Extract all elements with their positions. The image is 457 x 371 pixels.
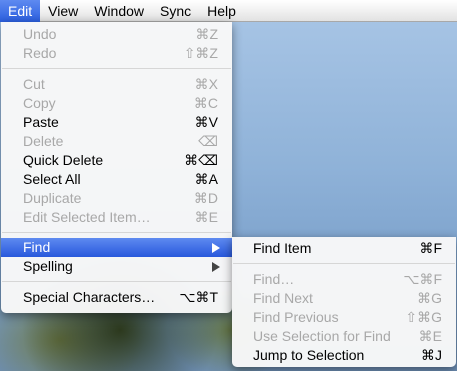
menu-window[interactable]: Window	[86, 0, 152, 22]
submenu-arrow-icon	[212, 262, 220, 272]
menu-item-cut[interactable]: Cut ⌘X	[1, 75, 232, 94]
submenu-arrow-icon	[212, 243, 220, 253]
menu-item-label: Find…	[253, 271, 295, 287]
menu-item-label: Find Item	[253, 240, 312, 256]
edit-menu-dropdown: Undo ⌘Z Redo ⇧⌘Z Cut ⌘X Copy ⌘C Paste ⌘V…	[1, 22, 232, 313]
menu-item-shortcut: ⌘D	[193, 190, 218, 206]
menu-separator	[2, 232, 231, 233]
menu-item-shortcut: ⌘G	[417, 290, 442, 306]
menu-item-label: Quick Delete	[23, 152, 104, 168]
menu-item-label: Paste	[23, 114, 59, 130]
menu-item-label: Duplicate	[23, 190, 82, 206]
menu-item-spelling[interactable]: Spelling	[1, 257, 232, 276]
menu-item-shortcut: ⌘E	[418, 328, 442, 344]
menu-item-shortcut: ⌘E	[194, 209, 218, 225]
menu-separator	[2, 281, 231, 282]
menu-item-undo[interactable]: Undo ⌘Z	[1, 25, 232, 44]
menu-item-use-selection-for-find[interactable]: Use Selection for Find ⌘E	[232, 327, 456, 346]
menu-item-copy[interactable]: Copy ⌘C	[1, 94, 232, 113]
menu-item-label: Copy	[23, 95, 56, 111]
menu-item-label: Cut	[23, 76, 45, 92]
find-submenu: Find Item ⌘F Find… ⌥⌘F Find Next ⌘G Find…	[232, 237, 456, 367]
menu-item-find-item[interactable]: Find Item ⌘F	[232, 239, 456, 258]
menu-item-duplicate[interactable]: Duplicate ⌘D	[1, 189, 232, 208]
menu-item-find-next[interactable]: Find Next ⌘G	[232, 289, 456, 308]
menu-item-find-dialog[interactable]: Find… ⌥⌘F	[232, 270, 456, 289]
menu-item-jump-to-selection[interactable]: Jump to Selection ⌘J	[232, 346, 456, 365]
menu-item-select-all[interactable]: Select All ⌘A	[1, 170, 232, 189]
menu-item-shortcut: ⌥⌘F	[403, 271, 442, 287]
menu-item-delete[interactable]: Delete ⌫	[1, 132, 232, 151]
menu-item-shortcut: ⌘⌫	[184, 152, 218, 168]
menu-separator	[233, 263, 455, 264]
menu-separator	[2, 68, 231, 69]
menu-item-label: Jump to Selection	[253, 347, 365, 363]
menu-item-edit-selected-item[interactable]: Edit Selected Item… ⌘E	[1, 208, 232, 227]
menu-item-label: Select All	[23, 171, 81, 187]
menu-item-find-previous[interactable]: Find Previous ⇧⌘G	[232, 308, 456, 327]
menu-item-shortcut: ⌘J	[421, 347, 442, 363]
menu-item-label: Delete	[23, 133, 64, 149]
menu-item-shortcut: ⇧⌘G	[405, 309, 442, 325]
menu-item-shortcut: ⌫	[198, 133, 218, 149]
menu-item-label: Find Previous	[253, 309, 339, 325]
menu-item-special-characters[interactable]: Special Characters… ⌥⌘T	[1, 288, 232, 307]
menu-item-shortcut: ⌘F	[419, 240, 442, 256]
menu-item-label: Find Next	[253, 290, 313, 306]
menu-item-shortcut: ⌘X	[194, 76, 218, 92]
menu-view[interactable]: View	[40, 0, 86, 22]
menu-item-shortcut: ⌘V	[194, 114, 218, 130]
menu-item-label: Redo	[23, 45, 57, 61]
menu-item-paste[interactable]: Paste ⌘V	[1, 113, 232, 132]
menu-item-shortcut: ⌥⌘T	[179, 289, 218, 305]
menu-edit[interactable]: Edit	[0, 0, 41, 22]
menu-item-label: Undo	[23, 26, 57, 42]
menu-item-quick-delete[interactable]: Quick Delete ⌘⌫	[1, 151, 232, 170]
menu-item-redo[interactable]: Redo ⇧⌘Z	[1, 44, 232, 63]
menu-item-label: Use Selection for Find	[253, 328, 391, 344]
menu-item-shortcut: ⌘C	[193, 95, 218, 111]
menu-item-find[interactable]: Find	[1, 238, 232, 257]
menu-item-shortcut: ⇧⌘Z	[183, 45, 218, 61]
menu-item-label: Find	[23, 239, 51, 255]
menu-item-shortcut: ⌘A	[194, 171, 218, 187]
menu-item-label: Edit Selected Item…	[23, 209, 151, 225]
menu-item-label: Special Characters…	[23, 289, 156, 305]
menu-help[interactable]: Help	[199, 0, 244, 22]
menu-item-shortcut: ⌘Z	[195, 26, 218, 42]
menu-sync[interactable]: Sync	[152, 0, 199, 22]
menu-bar: Edit View Window Sync Help	[0, 0, 457, 22]
menu-item-label: Spelling	[23, 258, 73, 274]
